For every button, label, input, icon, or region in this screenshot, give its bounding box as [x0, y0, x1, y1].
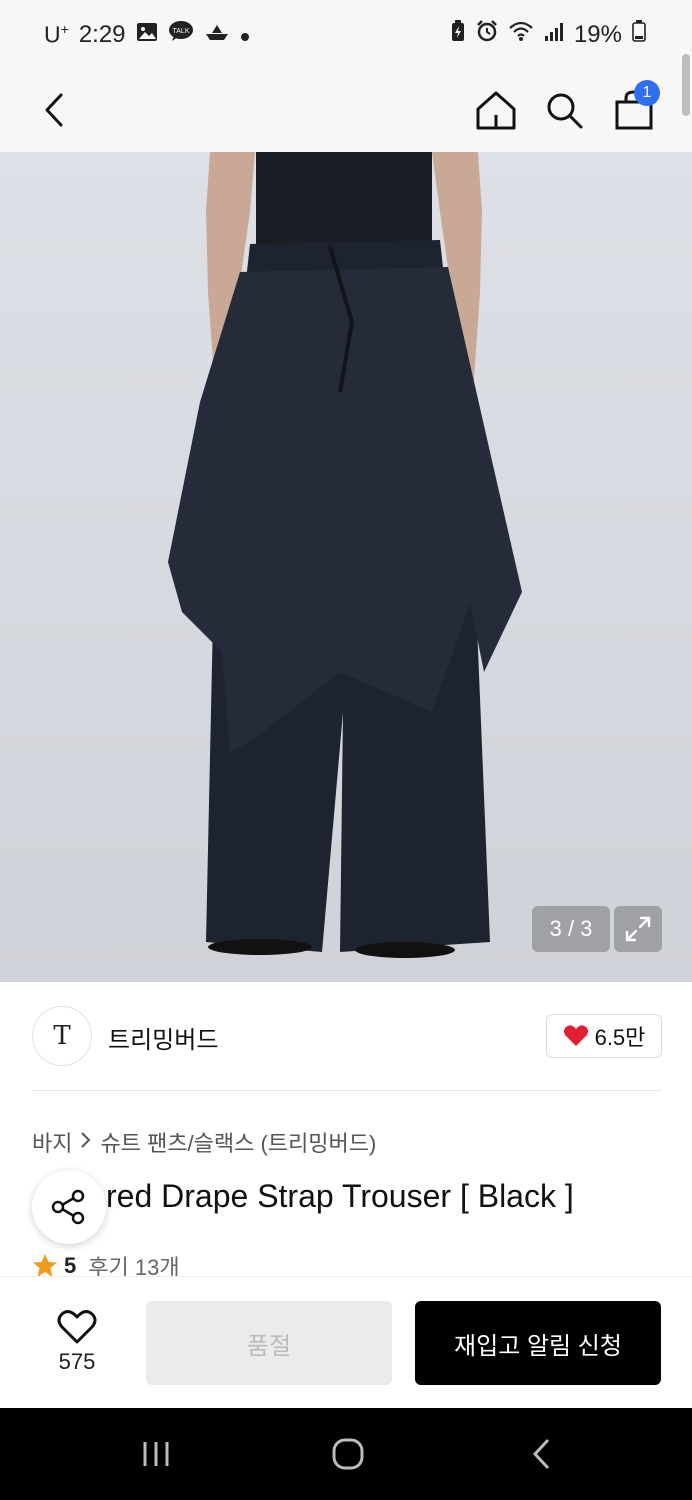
dot-icon [240, 21, 250, 49]
recents-icon [143, 1442, 169, 1466]
battery-icon [632, 20, 646, 49]
back-button[interactable] [26, 80, 82, 140]
action-bar: 575 품절 재입고 알림 신청 [0, 1276, 692, 1408]
breadcrumb: 바지 슈트 팬츠/슬랙스 (트리밍버드) [32, 1126, 376, 1158]
status-left: U+ 2:29 TALK [44, 20, 250, 49]
heart-filled-icon [563, 1025, 588, 1046]
home-circle-icon [332, 1438, 364, 1470]
boat-icon [204, 21, 230, 49]
restock-alert-button[interactable]: 재입고 알림 신청 [415, 1301, 661, 1385]
status-time: 2:29 [78, 20, 126, 48]
back-nav-icon [532, 1438, 550, 1470]
status-bar: U+ 2:29 TALK 19% [0, 0, 692, 68]
soldout-button[interactable]: 품절 [146, 1301, 392, 1385]
brand-row: T 트리밍버드 6.5만 [0, 982, 692, 1092]
chevron-right-icon [80, 1129, 92, 1155]
system-nav-bar [0, 1408, 692, 1500]
app-header: 1 [0, 54, 692, 152]
alarm-icon [476, 20, 498, 49]
rating-row[interactable]: 5 후기 13개 [32, 1254, 180, 1278]
breadcrumb-parent[interactable]: 바지 [32, 1126, 72, 1158]
home-button[interactable] [468, 80, 524, 140]
expand-button[interactable] [614, 906, 662, 952]
image-counter: 3 / 3 [532, 906, 610, 952]
rating-value: 5 [64, 1254, 77, 1278]
carrier-label: U+ [44, 20, 69, 48]
brand-like-count: 6.5만 [594, 1025, 646, 1050]
cart-button[interactable]: 1 [606, 80, 662, 140]
talk-icon: TALK [168, 20, 194, 49]
expand-icon [625, 916, 651, 942]
svg-text:TALK: TALK [172, 28, 189, 35]
wishlist-count: 575 [58, 1349, 96, 1374]
signal-icon [544, 21, 564, 49]
chevron-left-icon [45, 93, 63, 127]
share-button[interactable] [32, 1170, 106, 1244]
back-nav-button[interactable] [512, 1432, 572, 1476]
recents-button[interactable] [126, 1432, 186, 1476]
home-nav-button[interactable] [318, 1432, 378, 1476]
brand-logo[interactable]: T [32, 1006, 92, 1066]
product-title-text: red Drape Strap Trouser [ Black ] [106, 1178, 574, 1214]
cart-badge: 1 [634, 80, 660, 106]
battery-percent: 19% [573, 20, 622, 48]
brand-like-button[interactable]: 6.5만 [546, 1014, 662, 1058]
review-count: 후기 13개 [88, 1255, 180, 1278]
battery-saver-icon [450, 20, 466, 49]
heart-icon [57, 1310, 97, 1344]
home-icon [476, 91, 516, 130]
brand-name[interactable]: 트리밍버드 [108, 1020, 218, 1055]
product-title: red Drape Strap Trouser [ Black ] [32, 1178, 574, 1215]
status-right: 19% [450, 20, 646, 49]
search-button[interactable] [536, 80, 592, 140]
product-photo [168, 152, 522, 958]
divider [32, 1090, 662, 1091]
wishlist-button[interactable]: 575 [40, 1303, 114, 1381]
search-icon [547, 93, 583, 129]
wifi-icon [508, 20, 534, 49]
scroll-indicator[interactable] [682, 54, 690, 116]
star-icon [33, 1254, 57, 1277]
share-icon [51, 1189, 85, 1225]
gallery-icon [136, 21, 158, 49]
breadcrumb-child[interactable]: 슈트 팬츠/슬랙스 (트리밍버드) [100, 1126, 376, 1158]
product-image[interactable] [0, 152, 692, 982]
